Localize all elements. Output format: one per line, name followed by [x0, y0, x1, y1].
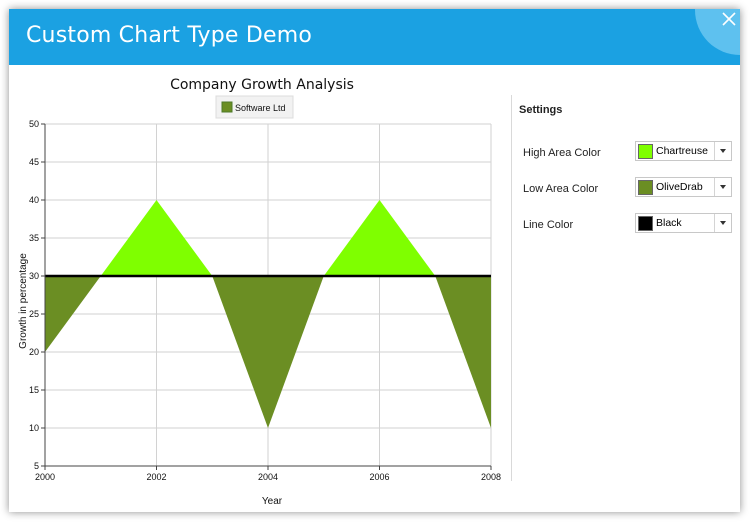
x-axis-title: Year	[262, 496, 283, 507]
chevron-down-icon	[720, 185, 726, 189]
chevron-down-icon	[720, 221, 726, 225]
close-button[interactable]	[695, 9, 740, 55]
line-color-select[interactable]: Black	[635, 213, 732, 233]
growth-chart: Company Growth Analysis Software Ltd 5 10…	[18, 77, 501, 507]
setting-high-area-color: High Area Color Chartreuse	[512, 141, 740, 165]
high-area-color-select[interactable]: Chartreuse	[635, 141, 732, 161]
color-swatch	[638, 144, 653, 159]
line-color-label: Line Color	[523, 219, 574, 231]
y-tick-label: 30	[29, 271, 39, 281]
legend-swatch	[221, 101, 233, 113]
high-area-color-label: High Area Color	[523, 147, 601, 159]
high-area-color-value: Chartreuse	[656, 145, 708, 157]
title-bar: Custom Chart Type Demo	[9, 9, 740, 65]
chart-title: Company Growth Analysis	[170, 77, 354, 93]
y-tick-label: 50	[29, 119, 39, 129]
demo-window: Custom Chart Type Demo Company Growth An…	[9, 9, 740, 512]
y-tick-label: 10	[29, 423, 39, 433]
chart-area: Company Growth Analysis Software Ltd 5 10…	[9, 65, 509, 512]
low-area-color-label: Low Area Color	[523, 183, 599, 195]
x-axis: 2000 2002 2004 2006 2008	[35, 466, 501, 482]
chevron-down-icon	[720, 149, 726, 153]
line-color-value: Black	[656, 217, 682, 229]
dropdown-button[interactable]	[714, 178, 731, 196]
x-tick-label: 2000	[35, 472, 55, 482]
low-area-color-value: OliveDrab	[656, 181, 703, 193]
y-axis-title: Growth in percentage	[18, 253, 29, 349]
x-tick-label: 2006	[369, 472, 389, 482]
window-title: Custom Chart Type Demo	[26, 23, 313, 48]
y-tick-label: 25	[29, 309, 39, 319]
y-tick-label: 20	[29, 347, 39, 357]
y-tick-label: 5	[34, 461, 39, 471]
legend-label: Software Ltd	[235, 103, 286, 113]
dropdown-button[interactable]	[714, 142, 731, 160]
x-tick-label: 2008	[481, 472, 501, 482]
y-tick-label: 45	[29, 157, 39, 167]
chart-legend: Software Ltd	[215, 95, 294, 119]
x-tick-label: 2002	[146, 472, 166, 482]
low-area-color-select[interactable]: OliveDrab	[635, 177, 732, 197]
settings-title: Settings	[519, 104, 563, 116]
setting-low-area-color: Low Area Color OliveDrab	[512, 177, 740, 201]
close-icon	[722, 12, 736, 26]
color-swatch	[638, 180, 653, 195]
dropdown-button[interactable]	[714, 214, 731, 232]
x-tick-label: 2004	[258, 472, 278, 482]
y-axis: 5 10 15 20 25 30 35 40 45 50	[29, 119, 45, 471]
settings-panel: Settings High Area Color Chartreuse Low …	[512, 65, 740, 512]
y-tick-label: 35	[29, 233, 39, 243]
color-swatch	[638, 216, 653, 231]
setting-line-color: Line Color Black	[512, 213, 740, 237]
y-tick-label: 40	[29, 195, 39, 205]
y-tick-label: 15	[29, 385, 39, 395]
